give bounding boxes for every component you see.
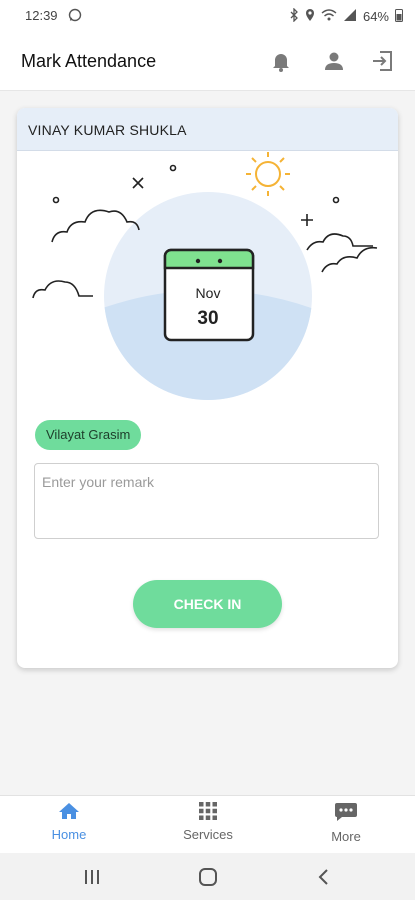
app-bar: Mark Attendance	[0, 32, 415, 91]
grid-icon	[199, 802, 217, 823]
check-in-button[interactable]: CHECK IN	[133, 580, 282, 628]
calendar-month: Nov	[196, 285, 221, 301]
nav-home-label: Home	[51, 827, 87, 842]
back-icon[interactable]	[312, 865, 336, 889]
whatsapp-icon	[68, 8, 82, 25]
status-icons: 64%	[289, 7, 403, 25]
user-name: VINAY KUMAR SHUKLA	[28, 122, 187, 138]
attendance-card: VINAY KUMAR SHUKLA Nov 30 Vilayat Grasim…	[17, 108, 398, 668]
home-icon	[58, 803, 80, 823]
sun-icon	[246, 152, 290, 196]
home-button-icon[interactable]	[196, 865, 220, 889]
logout-icon[interactable]	[371, 49, 395, 73]
calendar-day: 30	[197, 308, 218, 329]
bottom-nav: Home Services More	[0, 795, 415, 854]
page-title: Mark Attendance	[21, 51, 157, 71]
system-nav-bar	[0, 853, 415, 900]
card-header: VINAY KUMAR SHUKLA	[17, 108, 398, 151]
attendance-illustration: Nov 30	[17, 150, 398, 420]
signal-icon	[343, 8, 357, 25]
nav-services[interactable]: Services	[158, 802, 258, 842]
status-time: 12:39	[25, 8, 58, 23]
battery-label: 64%	[362, 9, 389, 24]
battery-icon	[395, 8, 403, 25]
recent-apps-icon[interactable]	[80, 865, 104, 889]
remark-input[interactable]: Enter your remark	[34, 463, 379, 539]
user-icon[interactable]	[322, 49, 346, 73]
more-icon	[334, 803, 358, 825]
bell-icon[interactable]	[269, 49, 293, 73]
remark-placeholder: Enter your remark	[42, 474, 155, 490]
location-chip[interactable]: Vilayat Grasim	[35, 420, 142, 450]
nav-home[interactable]: Home	[19, 802, 119, 842]
nav-more-label: More	[331, 829, 361, 844]
nav-more[interactable]: More	[296, 802, 396, 844]
status-bar: 12:39 64%	[0, 0, 415, 32]
location-icon	[305, 8, 315, 25]
wifi-icon	[321, 8, 337, 25]
nav-services-label: Services	[183, 827, 233, 842]
bluetooth-icon	[289, 7, 299, 25]
